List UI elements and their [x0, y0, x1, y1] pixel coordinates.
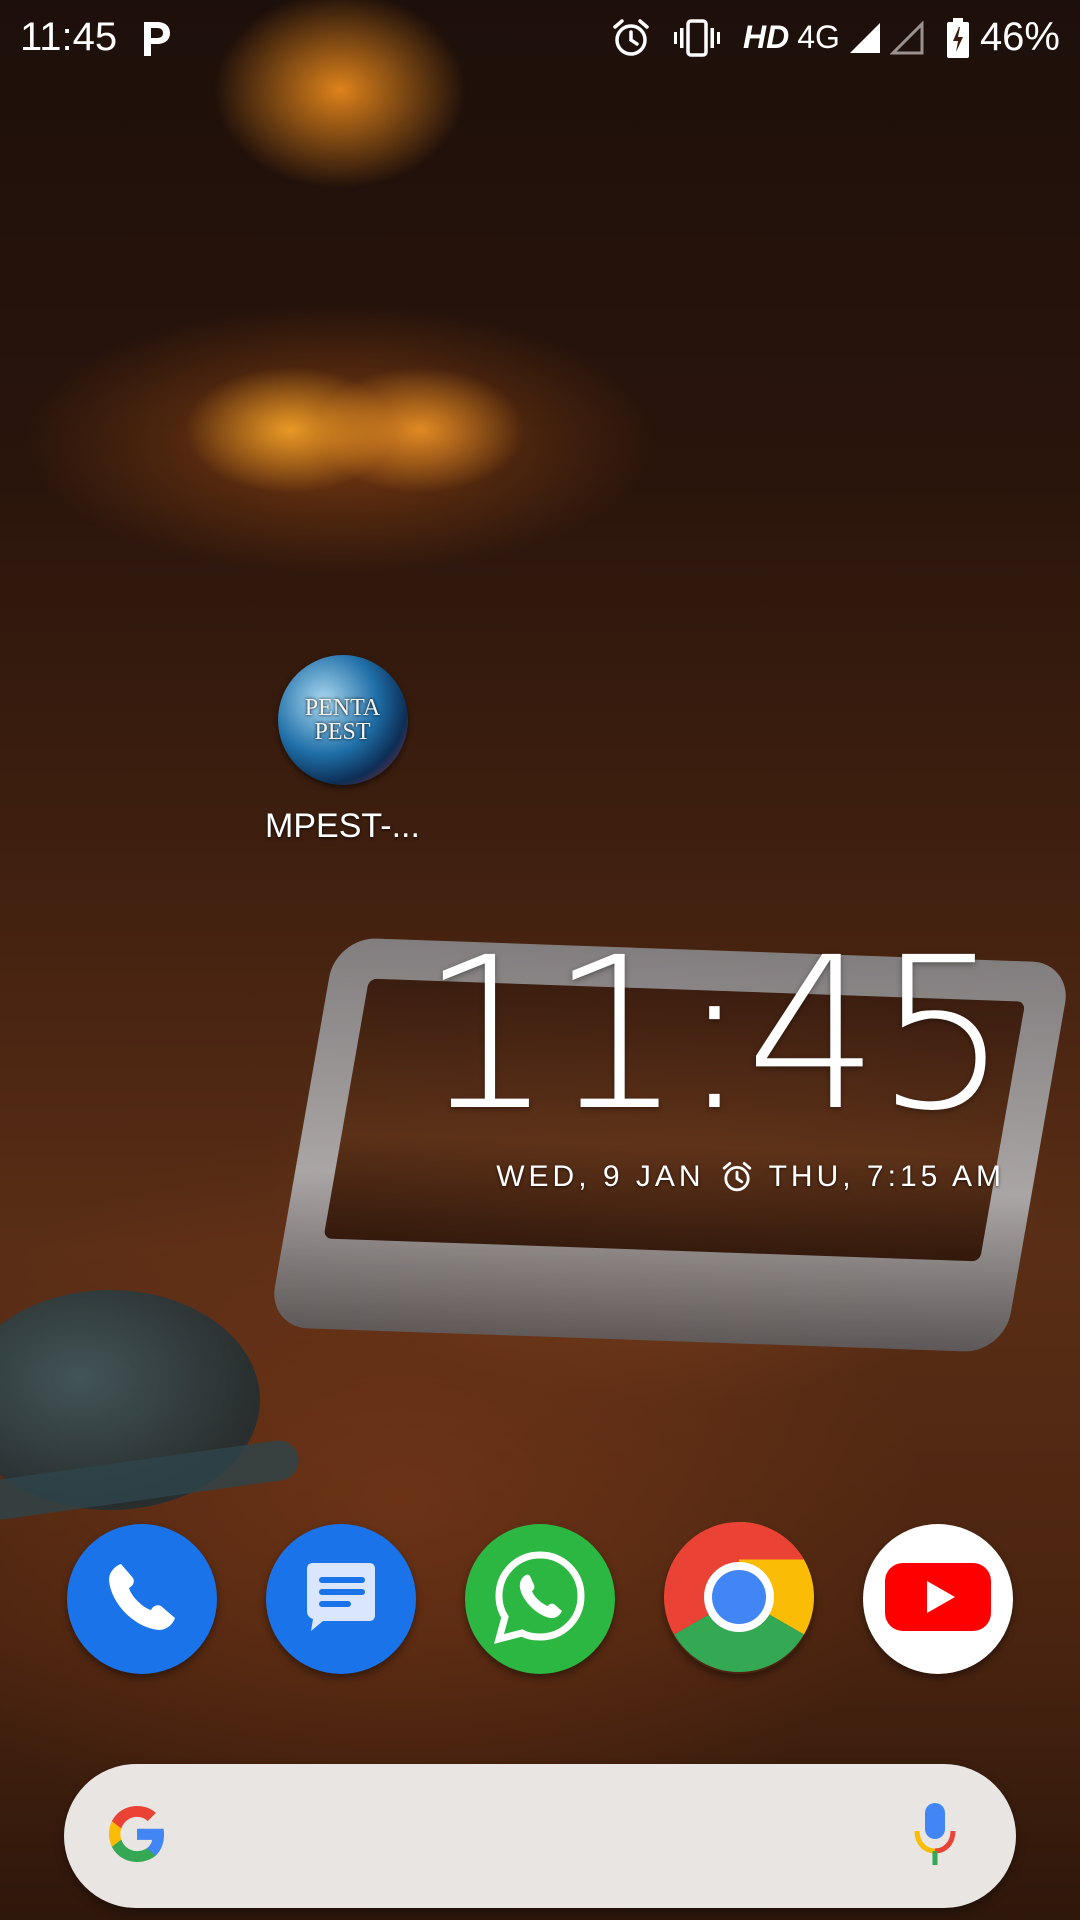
battery-icon [946, 17, 970, 59]
clock-time[interactable]: 11:45 [420, 930, 1009, 1140]
google-search-bar[interactable] [64, 1764, 1016, 1908]
hd-label: HD [743, 19, 790, 55]
whatsapp-icon [488, 1545, 592, 1654]
status-bar[interactable]: 11:45 HD 4G 46% [0, 0, 1080, 75]
alarm-icon [721, 1161, 753, 1193]
next-alarm[interactable]: THU, 7:15 AM [769, 1160, 1005, 1194]
dock [67, 1521, 1013, 1677]
messages-app-button[interactable] [266, 1524, 416, 1674]
google-g-icon[interactable] [102, 1799, 172, 1874]
clock-widget[interactable]: 11:45 WED, 9 JAN THU, 7:15 AM [420, 930, 1009, 1194]
youtube-app-button[interactable] [863, 1524, 1013, 1674]
phone-icon [99, 1554, 185, 1645]
messages-icon [293, 1549, 389, 1650]
whatsapp-app-button[interactable] [465, 1524, 615, 1674]
app-logo-line1: PENTA [304, 695, 381, 721]
chrome-app-button[interactable] [664, 1521, 814, 1677]
signal-empty-icon [889, 20, 924, 55]
p-icon [139, 18, 173, 58]
network-group: HD 4G [743, 19, 924, 56]
vibrate-icon [673, 18, 721, 58]
app-shortcut-mpest[interactable]: PENTA PEST MPEST-... [250, 655, 435, 846]
network-type-label: 4G [797, 19, 840, 55]
app-logo-text: PENTA PEST [305, 696, 380, 744]
clock-date[interactable]: WED, 9 JAN [496, 1160, 704, 1194]
alarm-icon [611, 18, 651, 58]
penta-pest-app-icon[interactable]: PENTA PEST [277, 655, 408, 785]
phone-app-button[interactable] [67, 1524, 217, 1674]
app-logo-line2: PEST [314, 719, 371, 745]
status-right: HD 4G 46% [611, 15, 1060, 60]
battery-percent: 46% [979, 15, 1060, 59]
signal-icon [848, 21, 882, 55]
app-label: MPEST-... [265, 807, 420, 845]
status-left: 11:45 [20, 15, 173, 60]
microphone-icon[interactable] [912, 1801, 958, 1872]
chrome-icon [664, 1521, 814, 1677]
clock-date-row: WED, 9 JAN THU, 7:15 AM [420, 1160, 1005, 1194]
status-time: 11:45 [20, 15, 118, 59]
home-screen[interactable]: 11:45 HD 4G 46% PENTA PEST MPEST-... 11:… [0, 0, 1080, 1920]
youtube-icon [883, 1557, 993, 1642]
battery-group: 46% [946, 15, 1060, 60]
